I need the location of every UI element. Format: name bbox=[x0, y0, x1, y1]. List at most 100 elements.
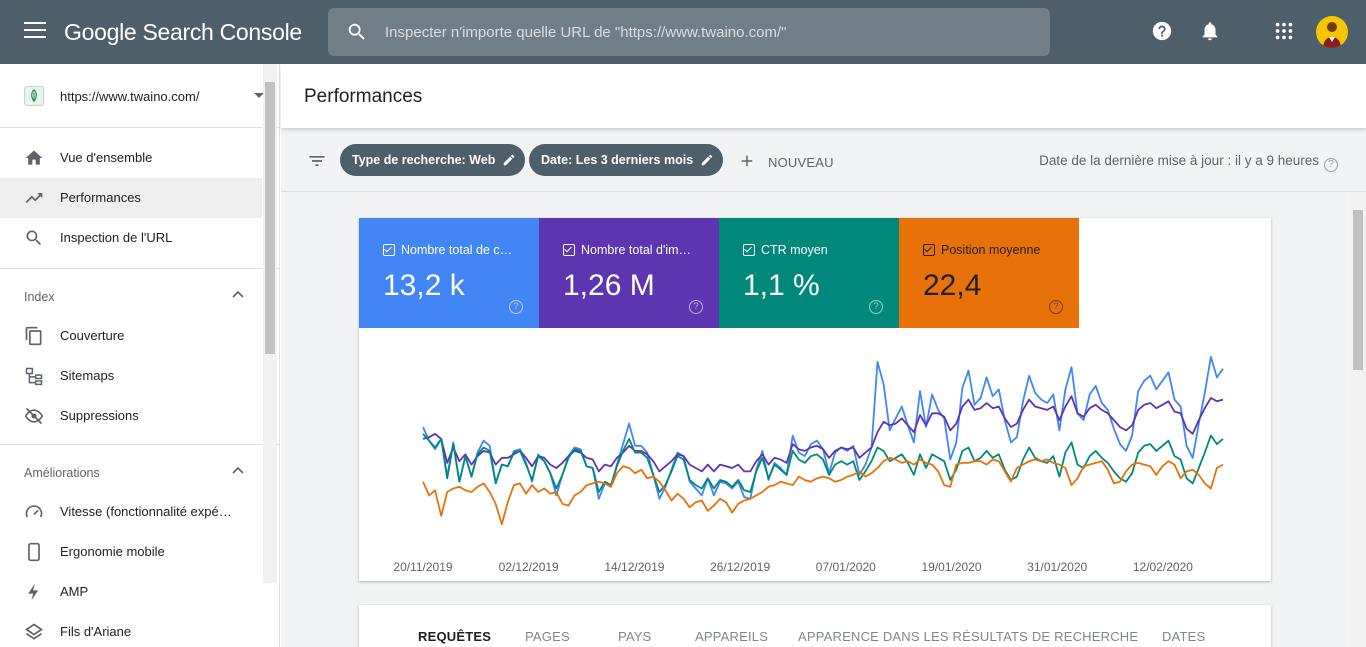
checkbox-checked-icon[interactable] bbox=[923, 244, 935, 256]
scrollbar-thumb[interactable] bbox=[265, 82, 275, 354]
chevron-up-icon bbox=[232, 290, 244, 298]
sitemap-icon bbox=[25, 367, 43, 386]
app-brand[interactable]: Google Search Console bbox=[64, 19, 302, 46]
metric-card-clicks[interactable]: Nombre total de c… 13,2 k ? bbox=[359, 218, 539, 328]
page-header: Performances bbox=[281, 64, 1366, 128]
add-filter-label: NOUVEAU bbox=[768, 155, 834, 170]
tab-dates[interactable]: DATES bbox=[1162, 629, 1205, 644]
sidebar-item-breadcrumbs[interactable]: Fils d'Ariane bbox=[0, 612, 262, 647]
help-icon[interactable] bbox=[1151, 20, 1173, 42]
sidebar-scrollbar[interactable] bbox=[263, 64, 277, 583]
main-menu-button[interactable] bbox=[24, 22, 46, 42]
sidebar: https://www.twaino.com/ Vue d'ensemble P… bbox=[0, 64, 280, 647]
tab-devices[interactable]: APPAREILS bbox=[695, 629, 768, 644]
search-icon bbox=[348, 23, 365, 40]
tab-countries[interactable]: PAYS bbox=[618, 629, 652, 644]
chevron-up-icon bbox=[232, 466, 244, 474]
trending-up-icon bbox=[25, 193, 43, 203]
x-tick-label: 31/01/2020 bbox=[1027, 560, 1087, 574]
page-title: Performances bbox=[304, 86, 423, 107]
edit-icon bbox=[701, 154, 713, 166]
performance-chart-card: Nombre total de c… 13,2 k ? Nombre total… bbox=[359, 218, 1271, 581]
layers-icon bbox=[24, 623, 44, 640]
tab-pages[interactable]: PAGES bbox=[525, 629, 570, 644]
menu-icon bbox=[24, 22, 46, 24]
notifications-icon[interactable] bbox=[1199, 20, 1221, 42]
metric-value: 1,1 % bbox=[743, 269, 820, 302]
top-app-bar: Google Search Console bbox=[0, 0, 1366, 64]
section-header-index[interactable]: Index bbox=[0, 268, 279, 316]
bolt-icon bbox=[28, 583, 39, 601]
home-icon bbox=[25, 150, 43, 165]
x-tick-label: 12/02/2020 bbox=[1133, 560, 1193, 574]
x-tick-label: 14/12/2019 bbox=[604, 560, 664, 574]
section-title: Index bbox=[24, 290, 55, 304]
property-favicon bbox=[24, 86, 44, 106]
last-updated-text: Date de la dernière mise à jour : il y a… bbox=[1039, 153, 1338, 172]
metric-card-ctr[interactable]: CTR moyen 1,1 % ? bbox=[719, 218, 899, 328]
leaf-icon bbox=[31, 89, 37, 103]
sidebar-item-label: Inspection de l'URL bbox=[60, 230, 173, 245]
tab-queries[interactable]: REQUÊTES bbox=[418, 629, 491, 644]
metric-value: 1,26 M bbox=[563, 269, 655, 302]
property-url: https://www.twaino.com/ bbox=[60, 89, 200, 104]
apps-grid-icon[interactable] bbox=[1273, 20, 1295, 42]
help-circle-icon[interactable]: ? bbox=[1049, 300, 1063, 314]
sidebar-item-url-inspection[interactable]: Inspection de l'URL bbox=[0, 218, 262, 258]
help-circle-icon[interactable]: ? bbox=[1324, 158, 1338, 172]
section-header-enhancements[interactable]: Améliorations bbox=[0, 444, 279, 492]
metric-value: 22,4 bbox=[923, 269, 982, 302]
help-circle-icon[interactable]: ? bbox=[689, 300, 703, 314]
filter-list-icon[interactable] bbox=[307, 151, 327, 171]
sidebar-item-mobile-usability[interactable]: Ergonomie mobile bbox=[0, 532, 262, 572]
metric-label: Nombre total de c… bbox=[401, 243, 513, 257]
search-icon bbox=[26, 230, 42, 246]
sidebar-item-performance[interactable]: Performances bbox=[0, 178, 262, 218]
sidebar-item-label: Fils d'Ariane bbox=[60, 624, 132, 639]
chip-label: Date: Les 3 derniers mois bbox=[541, 153, 694, 167]
sidebar-item-sitemaps[interactable]: Sitemaps bbox=[0, 356, 262, 396]
user-avatar-icon bbox=[1323, 22, 1341, 48]
main-content: Performances Type de recherche: Web Date… bbox=[281, 64, 1366, 647]
account-avatar[interactable] bbox=[1316, 16, 1348, 48]
plus-icon bbox=[741, 155, 753, 167]
checkbox-checked-icon[interactable] bbox=[383, 244, 395, 256]
metric-header: CTR moyen bbox=[743, 243, 828, 257]
checkbox-checked-icon[interactable] bbox=[743, 244, 755, 256]
report-tabs-card: REQUÊTES PAGES PAYS APPAREILS APPARENCE … bbox=[359, 605, 1271, 647]
metric-header: Nombre total d'im… bbox=[563, 243, 691, 257]
url-inspect-search[interactable] bbox=[328, 8, 1050, 56]
filter-chip-date[interactable]: Date: Les 3 derniers mois bbox=[529, 144, 724, 176]
scrollbar-thumb[interactable] bbox=[1353, 210, 1363, 370]
sidebar-item-label: Performances bbox=[60, 190, 141, 205]
x-tick-label: 19/01/2020 bbox=[921, 560, 981, 574]
metric-label: Position moyenne bbox=[941, 243, 1041, 257]
sidebar-item-label: Ergonomie mobile bbox=[60, 544, 165, 559]
sidebar-item-label: AMP bbox=[60, 584, 89, 599]
sidebar-item-speed[interactable]: Vitesse (fonctionnalité expé… bbox=[0, 492, 262, 532]
metric-label: Nombre total d'im… bbox=[581, 243, 692, 257]
metric-card-position[interactable]: Position moyenne 22,4 ? bbox=[899, 218, 1079, 328]
x-tick-label: 07/01/2020 bbox=[816, 560, 876, 574]
edit-icon bbox=[504, 154, 515, 166]
sidebar-item-label: Vitesse (fonctionnalité expé… bbox=[60, 504, 232, 519]
checkbox-checked-icon[interactable] bbox=[563, 244, 575, 256]
sidebar-item-amp[interactable]: AMP bbox=[0, 572, 262, 612]
property-selector[interactable]: https://www.twaino.com/ bbox=[0, 64, 279, 128]
help-circle-icon[interactable]: ? bbox=[869, 300, 883, 314]
sidebar-item-label: Vue d'ensemble bbox=[60, 150, 153, 165]
url-inspect-input[interactable] bbox=[385, 20, 1025, 44]
help-circle-icon[interactable]: ? bbox=[509, 300, 523, 314]
copy-icon bbox=[25, 326, 42, 346]
sidebar-item-overview[interactable]: Vue d'ensemble bbox=[0, 138, 262, 178]
filter-chip-search-type[interactable]: Type de recherche: Web bbox=[340, 144, 526, 176]
sidebar-item-coverage[interactable]: Couverture bbox=[0, 316, 262, 356]
main-scrollbar[interactable] bbox=[1350, 192, 1366, 647]
x-tick-label: 20/11/2019 bbox=[393, 560, 452, 574]
series-line-3 bbox=[422, 456, 1224, 526]
metric-card-impressions[interactable]: Nombre total d'im… 1,26 M ? bbox=[539, 218, 719, 328]
sidebar-item-removals[interactable]: Suppressions bbox=[0, 396, 262, 436]
sidebar-item-label: Sitemaps bbox=[60, 368, 115, 383]
metric-label: CTR moyen bbox=[761, 243, 828, 257]
tab-search-appearance[interactable]: APPARENCE DANS LES RÉSULTATS DE RECHERCH… bbox=[798, 629, 1138, 644]
